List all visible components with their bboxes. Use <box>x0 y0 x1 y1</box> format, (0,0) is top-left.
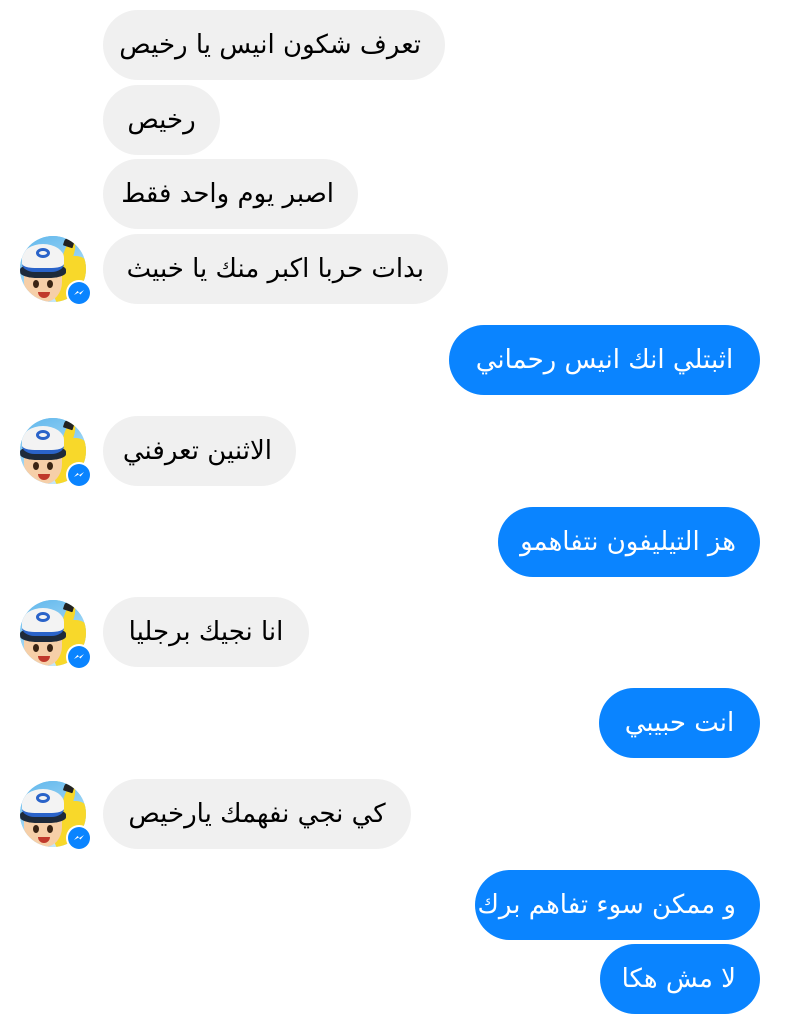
message-bubble-outgoing[interactable]: لا مش هكا <box>600 944 760 1014</box>
message-bubble-incoming[interactable]: اصبر يوم واحد فقط <box>103 159 358 229</box>
message-bubble-outgoing[interactable]: انت حبيبي <box>599 688 760 758</box>
messenger-icon <box>66 462 92 488</box>
message-bubble-incoming[interactable]: الاثنين تعرفني <box>103 416 296 486</box>
contact-avatar[interactable] <box>20 418 92 488</box>
messenger-icon <box>66 644 92 670</box>
message-bubble-incoming[interactable]: انا نجيك برجليا <box>103 597 309 667</box>
message-bubble-incoming[interactable]: كي نجي نفهمك يارخيص <box>103 779 411 849</box>
contact-avatar[interactable] <box>20 600 92 670</box>
message-bubble-incoming[interactable]: رخيص <box>103 85 220 155</box>
contact-avatar[interactable] <box>20 236 92 306</box>
message-bubble-outgoing[interactable]: و ممكن سوء تفاهم برك <box>475 870 760 940</box>
messenger-icon <box>66 825 92 851</box>
message-bubble-outgoing[interactable]: هز التيليفون نتفاهمو <box>498 507 760 577</box>
contact-avatar[interactable] <box>20 781 92 851</box>
message-bubble-outgoing[interactable]: اثبتلي انك انيس رحماني <box>449 325 760 395</box>
message-bubble-incoming[interactable]: تعرف شكون انيس يا رخيص <box>103 10 445 80</box>
message-bubble-incoming[interactable]: بدات حربا اكبر منك يا خبيث <box>103 234 448 304</box>
messenger-icon <box>66 280 92 306</box>
